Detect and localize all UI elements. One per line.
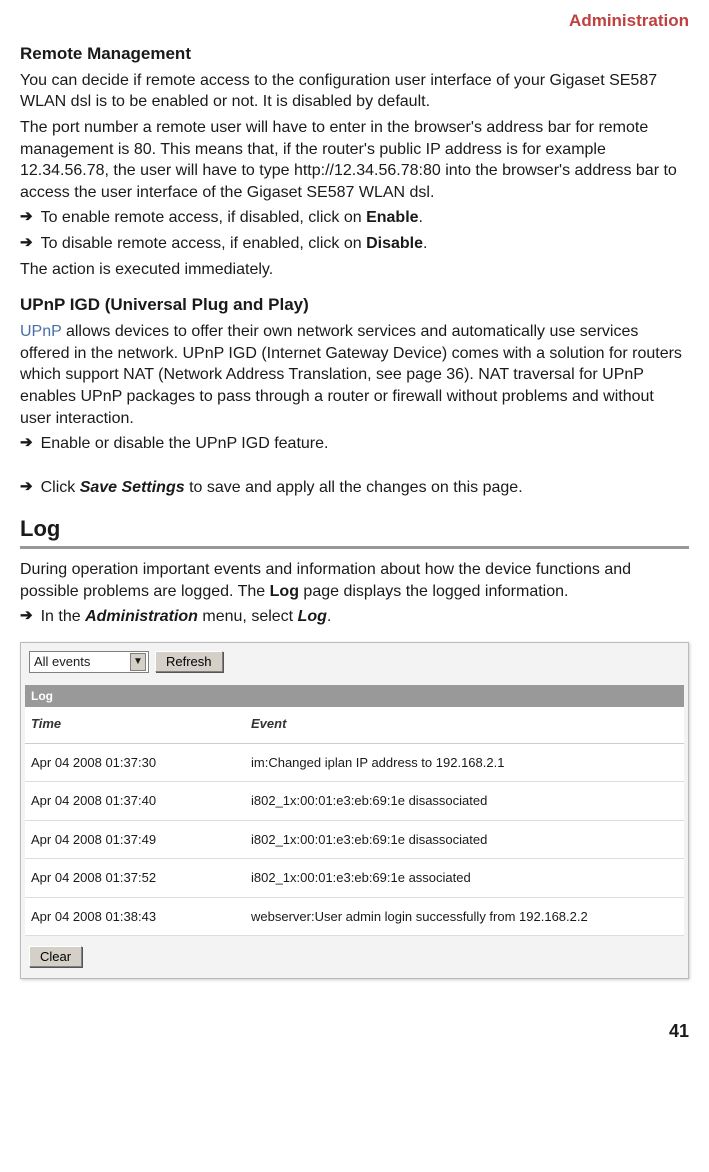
refresh-button[interactable]: Refresh bbox=[155, 651, 223, 672]
remote-management-title: Remote Management bbox=[20, 43, 689, 66]
log-filter-value: All events bbox=[34, 653, 90, 671]
col-event-header: Event bbox=[245, 707, 684, 743]
cell-event: i802_1x:00:01:e3:eb:69:1e associated bbox=[245, 859, 684, 898]
cell-time: Apr 04 2008 01:37:52 bbox=[25, 859, 245, 898]
cell-event: i802_1x:00:01:e3:eb:69:1e disassociated bbox=[245, 820, 684, 859]
log-panel-header: Log bbox=[25, 685, 684, 707]
arrow-icon: ➔ bbox=[20, 233, 33, 253]
bullet-text: To disable remote access, if enabled, cl… bbox=[41, 233, 689, 255]
page-number: 41 bbox=[20, 1019, 689, 1043]
table-row: Apr 04 2008 01:37:52i802_1x:00:01:e3:eb:… bbox=[25, 859, 684, 898]
cell-time: Apr 04 2008 01:37:30 bbox=[25, 743, 245, 782]
arrow-icon: ➔ bbox=[20, 477, 33, 497]
log-screenshot: All events ▼ Refresh Log Time Event Apr … bbox=[20, 642, 689, 979]
col-time-header: Time bbox=[25, 707, 245, 743]
arrow-icon: ➔ bbox=[20, 606, 33, 626]
log-footer: Clear bbox=[21, 936, 688, 978]
bullet-text: Click Save Settings to save and apply al… bbox=[41, 477, 689, 499]
log-toolbar: All events ▼ Refresh bbox=[21, 643, 688, 681]
cell-time: Apr 04 2008 01:37:40 bbox=[25, 782, 245, 821]
remote-management-p1: You can decide if remote access to the c… bbox=[20, 70, 689, 113]
table-row: Apr 04 2008 01:38:43webserver:User admin… bbox=[25, 897, 684, 936]
table-row: Apr 04 2008 01:37:40i802_1x:00:01:e3:eb:… bbox=[25, 782, 684, 821]
table-row: Apr 04 2008 01:37:49i802_1x:00:01:e3:eb:… bbox=[25, 820, 684, 859]
table-header-row: Time Event bbox=[25, 707, 684, 743]
log-filter-select[interactable]: All events ▼ bbox=[29, 651, 149, 673]
cell-event: i802_1x:00:01:e3:eb:69:1e disassociated bbox=[245, 782, 684, 821]
upnp-link: UPnP bbox=[20, 323, 62, 340]
bullet-disable-remote: ➔ To disable remote access, if enabled, … bbox=[20, 233, 689, 255]
log-table: Time Event Apr 04 2008 01:37:30im:Change… bbox=[25, 707, 684, 936]
page-header: Administration bbox=[20, 10, 689, 33]
bullet-text: Enable or disable the UPnP IGD feature. bbox=[41, 433, 689, 455]
chevron-down-icon: ▼ bbox=[130, 653, 146, 671]
cell-event: im:Changed iplan IP address to 192.168.2… bbox=[245, 743, 684, 782]
clear-button[interactable]: Clear bbox=[29, 946, 82, 967]
arrow-icon: ➔ bbox=[20, 433, 33, 453]
cell-time: Apr 04 2008 01:37:49 bbox=[25, 820, 245, 859]
bullet-text: To enable remote access, if disabled, cl… bbox=[41, 207, 689, 229]
upnp-title: UPnP IGD (Universal Plug and Play) bbox=[20, 294, 689, 317]
bullet-upnp-enable: ➔ Enable or disable the UPnP IGD feature… bbox=[20, 433, 689, 455]
arrow-icon: ➔ bbox=[20, 207, 33, 227]
table-row: Apr 04 2008 01:37:30im:Changed iplan IP … bbox=[25, 743, 684, 782]
cell-event: webserver:User admin login successfully … bbox=[245, 897, 684, 936]
heading-rule bbox=[20, 546, 689, 549]
bullet-text: In the Administration menu, select Log. bbox=[41, 606, 689, 628]
bullet-save-settings: ➔ Click Save Settings to save and apply … bbox=[20, 477, 689, 499]
bullet-enable-remote: ➔ To enable remote access, if disabled, … bbox=[20, 207, 689, 229]
upnp-p1: UPnP allows devices to offer their own n… bbox=[20, 321, 689, 429]
cell-time: Apr 04 2008 01:38:43 bbox=[25, 897, 245, 936]
log-p1: During operation important events and in… bbox=[20, 559, 689, 602]
bullet-log-nav: ➔ In the Administration menu, select Log… bbox=[20, 606, 689, 628]
remote-management-p2: The port number a remote user will have … bbox=[20, 117, 689, 203]
log-heading: Log bbox=[20, 514, 689, 544]
remote-management-p3: The action is executed immediately. bbox=[20, 259, 689, 281]
